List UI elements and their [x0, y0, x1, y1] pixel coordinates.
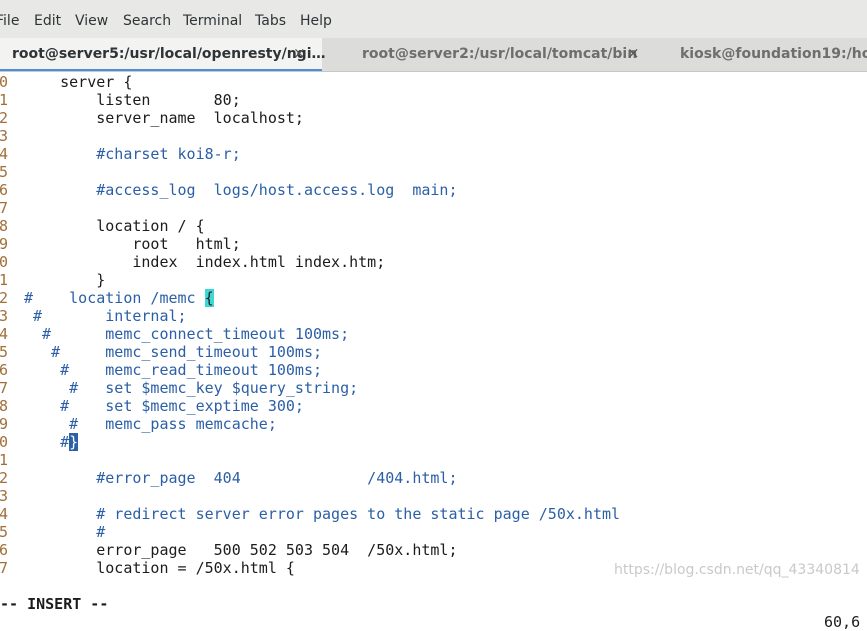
code-text: error_page 500 502 503 504 /50x.html;: [24, 541, 458, 559]
code-text: #charset koi8-r;: [24, 145, 241, 163]
tab-foundation19-label: kiosk@foundation19:/home/: [680, 46, 867, 62]
menu-search[interactable]: Search: [123, 12, 171, 30]
code-text: #}: [24, 433, 79, 451]
line-number: 53: [0, 307, 9, 325]
line-number: 54: [0, 325, 9, 343]
line-number: 45: [0, 163, 9, 181]
line-number: 59: [0, 415, 9, 433]
matching-bracket: {: [204, 289, 214, 307]
line-number: 50: [0, 253, 9, 271]
code-text: #: [24, 523, 106, 541]
code-text: listen 80;: [24, 91, 241, 109]
menu-tabs[interactable]: Tabs: [255, 12, 286, 30]
line-number: 56: [0, 361, 9, 379]
code-text: # internal;: [24, 307, 187, 325]
tab-server2-label: root@server2:/usr/local/tomcat/bin: [362, 46, 638, 62]
vim-mode-indicator: -- INSERT --: [0, 595, 109, 613]
line-number: 48: [0, 217, 9, 235]
cursor-position: 60,6: [824, 613, 861, 631]
line-number: 67: [0, 559, 9, 577]
menu-edit[interactable]: Edit: [34, 12, 61, 30]
text-cursor: }: [69, 433, 79, 451]
code-text: server {: [24, 73, 133, 91]
watermark: https://blog.csdn.net/qq_43340814: [614, 562, 860, 578]
line-number: 66: [0, 541, 9, 559]
line-number: 41: [0, 91, 9, 109]
line-number: 43: [0, 127, 9, 145]
code-text: server_name localhost;: [24, 109, 304, 127]
code-text: # memc_pass memcache;: [24, 415, 277, 433]
terminal-output[interactable]: 40 server { 41 listen 80; 42 server_name l…: [0, 72, 867, 588]
line-number: 63: [0, 487, 9, 505]
line-number: 51: [0, 271, 9, 289]
tab-server2[interactable]: root@server2:/usr/local/tomcat/bin ×: [322, 38, 656, 71]
code-text: location / {: [24, 217, 205, 235]
line-number: 40: [0, 73, 9, 91]
line-number: 64: [0, 505, 9, 523]
code-text: root html;: [24, 235, 241, 253]
close-icon[interactable]: ×: [293, 44, 306, 62]
tab-bar: root@server5:/usr/local/openresty/ngi… ×…: [0, 38, 867, 72]
tab-server5-label: root@server5:/usr/local/openresty/ngi…: [12, 46, 326, 62]
code-text: # memc_read_timeout 100ms;: [24, 361, 323, 379]
menu-bar: File Edit View Search Terminal Tabs Help: [0, 0, 867, 38]
code-text: # set $memc_exptime 300;: [24, 397, 304, 415]
line-number: 57: [0, 379, 9, 397]
code-text: location = /50x.html {: [24, 559, 295, 577]
tab-server5[interactable]: root@server5:/usr/local/openresty/ngi… ×: [0, 38, 326, 71]
menu-view[interactable]: View: [75, 12, 108, 30]
tab-foundation19[interactable]: kiosk@foundation19:/home/: [656, 38, 867, 71]
code-text: # redirect server error pages to the sta…: [24, 505, 621, 523]
line-number: 55: [0, 343, 9, 361]
code-text: index index.html index.htm;: [24, 253, 386, 271]
menu-file[interactable]: File: [0, 12, 19, 30]
close-icon[interactable]: ×: [627, 44, 640, 62]
line-number: 49: [0, 235, 9, 253]
line-number: 44: [0, 145, 9, 163]
line-number: 46: [0, 181, 9, 199]
vim-status-line: -- INSERT -- 60,6: [0, 577, 867, 631]
line-number: 62: [0, 469, 9, 487]
line-number: 61: [0, 451, 9, 469]
menu-terminal[interactable]: Terminal: [183, 12, 242, 30]
code-text: # set $memc_key $query_string;: [24, 379, 359, 397]
code-text: }: [24, 271, 106, 289]
code-text: # memc_connect_timeout 100ms;: [24, 325, 350, 343]
line-number: 42: [0, 109, 9, 127]
line-number: 65: [0, 523, 9, 541]
code-text: # memc_send_timeout 100ms;: [24, 343, 323, 361]
code-text: #error_page 404 /404.html;: [24, 469, 458, 487]
line-number: 58: [0, 397, 9, 415]
menu-help[interactable]: Help: [300, 12, 332, 30]
line-number: 52: [0, 289, 9, 307]
line-number: 60: [0, 433, 9, 451]
code-text: #access_log logs/host.access.log main;: [24, 181, 458, 199]
code-text: # location /memc {: [24, 289, 214, 307]
line-number: 47: [0, 199, 9, 217]
